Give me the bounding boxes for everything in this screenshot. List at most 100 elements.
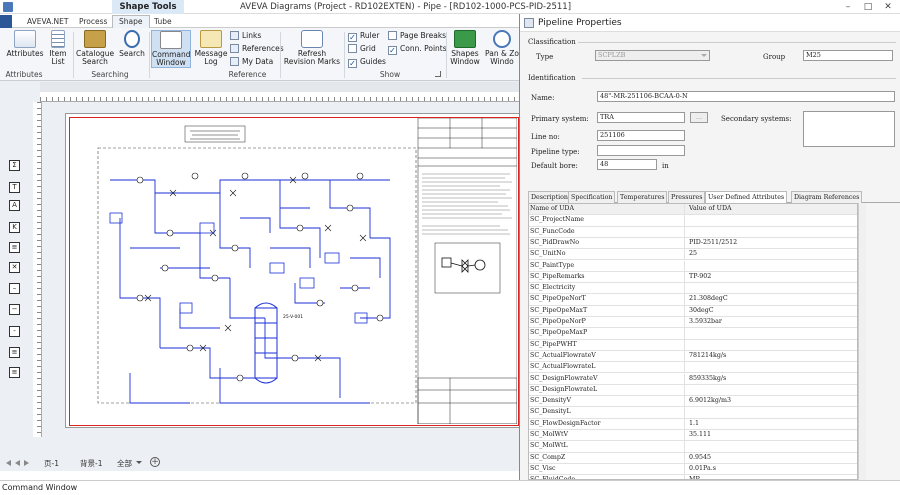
uda-value-cell[interactable]: 25 <box>689 249 857 260</box>
align-tool-icon[interactable]: A <box>9 200 20 211</box>
maximize-icon[interactable]: □ <box>862 2 874 13</box>
name-field[interactable]: 48"-MR-251106-BCAA-0-N <box>597 91 895 102</box>
command-window-button[interactable]: Command Window <box>151 30 191 68</box>
conn-points-checkbox[interactable]: ✓ Conn. Points <box>388 44 447 55</box>
uda-value-cell[interactable]: TP-902 <box>689 272 857 283</box>
uda-row[interactable]: SC_PipeOpeMaxP <box>529 328 857 340</box>
guides-checkbox[interactable]: ✓ Guides <box>348 57 386 68</box>
list-tool-icon[interactable]: ≡ <box>9 242 20 253</box>
uda-row[interactable]: SC_Visc 0.01Pa.s <box>529 463 857 476</box>
uda-grid[interactable]: Name of UDA Value of UDA SC_ProjectName S… <box>528 203 858 480</box>
tab-temperatures[interactable]: Temperatures <box>617 191 668 203</box>
uda-row[interactable]: SC_UnitNo 25 <box>529 249 857 261</box>
tab-pressures[interactable]: Pressures <box>668 191 706 203</box>
uda-row[interactable]: SC_PipeOpeNorT 21.308degC <box>529 294 857 306</box>
uda-value-cell[interactable]: PID-2511/2512 <box>689 238 857 249</box>
uda-row[interactable]: SC_MolWtV 35.111 <box>529 430 857 442</box>
uda-row[interactable]: SC_FlowDesignFactor 1.1 <box>529 418 857 430</box>
pan-zoom-window-button[interactable]: Pan & Zo Windo <box>484 30 520 66</box>
uda-row[interactable]: SC_ActualFlowrateV 781214kg/s <box>529 350 857 363</box>
page-tab-all[interactable]: 全部 <box>117 458 132 469</box>
uda-value-cell[interactable]: 859335kg/s <box>689 374 857 385</box>
search-button[interactable]: Search <box>117 30 147 58</box>
uda-value-cell[interactable]: MR <box>689 475 857 479</box>
references-button[interactable]: References <box>230 44 284 53</box>
grid-checkbox[interactable]: Grid <box>348 44 376 53</box>
page-tab-background-1[interactable]: 背景-1 <box>80 458 102 469</box>
app-quick-access[interactable] <box>3 2 13 12</box>
uda-value-cell[interactable]: 3.5932bar <box>689 317 857 328</box>
uda-row[interactable]: SC_DensityL <box>529 407 857 419</box>
uda-row[interactable]: SC_FuncCode <box>529 226 857 238</box>
type-select[interactable]: SCPLZB <box>595 50 710 61</box>
uda-row[interactable]: SC_PipePWHT <box>529 339 857 351</box>
page-breaks-checkbox[interactable]: Page Breaks <box>388 31 446 40</box>
k-tool-icon[interactable]: K <box>9 222 20 233</box>
catalogue-search-button[interactable]: Catalogue Search <box>76 30 114 66</box>
tab-shape[interactable]: Shape <box>112 15 150 28</box>
uda-value-cell[interactable]: 30degC <box>689 306 857 317</box>
uda-row[interactable]: SC_CompZ 0.9545 <box>529 452 857 464</box>
page-tab-all-dropdown-icon[interactable] <box>136 461 142 464</box>
uda-value-cell[interactable]: 0.01Pa.s <box>689 464 857 475</box>
dialog-title-bar[interactable]: Pipeline Properties <box>520 14 900 32</box>
uda-row[interactable]: SC_ProjectName <box>529 215 857 227</box>
file-menu-button[interactable] <box>0 15 12 28</box>
refresh-revision-marks-button[interactable]: Refresh Revision Marks <box>283 30 341 66</box>
minus-tool-icon[interactable]: − <box>9 304 20 315</box>
type-dropdown-icon[interactable] <box>701 54 707 57</box>
uda-value-cell[interactable]: 35.111 <box>689 430 857 441</box>
primary-system-browse-button[interactable]: ... <box>690 112 708 123</box>
pipeline-type-field[interactable] <box>597 145 685 156</box>
minimize-icon[interactable]: – <box>842 2 854 13</box>
sum-tool-icon[interactable]: Σ <box>9 160 20 171</box>
default-bore-field[interactable]: 48 <box>597 159 657 170</box>
tab-tube[interactable]: Tube <box>147 15 179 28</box>
uda-row[interactable]: SC_DensityV 6.9012kg/m3 <box>529 396 857 408</box>
page-nav-first-icon[interactable] <box>6 460 11 466</box>
uda-value-cell[interactable]: 1.1 <box>689 419 857 430</box>
uda-value-header[interactable]: Value of UDA <box>689 204 857 215</box>
line-tool-icon[interactable]: – <box>9 283 20 294</box>
tab-diagram-references[interactable]: Diagram References <box>791 191 863 203</box>
tab-description[interactable]: Description <box>528 191 571 203</box>
links-button[interactable]: Links <box>230 31 261 40</box>
uda-row[interactable]: SC_FluidCode MR <box>529 475 857 479</box>
pid-diagram[interactable]: 25-V-001 <box>70 118 517 424</box>
drawing-page[interactable]: 25-V-001 <box>65 113 522 428</box>
add-page-icon[interactable]: + <box>150 457 160 467</box>
line-no-field[interactable]: 251106 <box>597 130 685 141</box>
message-log-button[interactable]: Message Log <box>194 30 228 66</box>
group-select[interactable]: M25 <box>803 50 893 61</box>
uda-row[interactable]: SC_PaintType <box>529 260 857 272</box>
page-nav-prev-icon[interactable] <box>15 460 20 466</box>
item-list-button[interactable]: Item List <box>45 30 71 66</box>
text-tool-icon[interactable]: T <box>9 182 20 193</box>
page-nav-next-icon[interactable] <box>24 460 29 466</box>
uda-name-header[interactable]: Name of UDA <box>530 204 685 215</box>
tab-process[interactable]: Process <box>72 15 114 28</box>
uda-value-cell[interactable]: 781214kg/s <box>689 351 857 362</box>
shapes-window-button[interactable]: Shapes Window <box>449 30 481 66</box>
secondary-systems-list[interactable] <box>803 111 895 147</box>
menu-tool-icon[interactable]: ≡ <box>9 347 20 358</box>
attributes-button[interactable]: Attributes <box>6 30 44 58</box>
shape-tools-context-tab[interactable]: Shape Tools <box>112 0 184 14</box>
tab-specification[interactable]: Specification <box>568 191 616 203</box>
dash-tool-icon[interactable]: ‐ <box>9 326 20 337</box>
layers-tool-icon[interactable]: ≡ <box>9 367 20 378</box>
uda-value-cell[interactable]: 21.308degC <box>689 294 857 305</box>
uda-row[interactable]: SC_PipeOpeNorP 3.5932bar <box>529 317 857 329</box>
uda-value-cell[interactable]: 0.9545 <box>689 453 857 464</box>
delete-tool-icon[interactable]: ✕ <box>9 262 20 273</box>
primary-system-field[interactable]: TRA <box>597 112 685 123</box>
uda-grid-scrollbar[interactable] <box>858 203 866 480</box>
my-data-button[interactable]: My Data <box>230 57 273 66</box>
uda-row[interactable]: SC_DesignFlowrateV 859335kg/s <box>529 373 857 385</box>
show-group-launcher-icon[interactable] <box>435 71 441 77</box>
uda-row[interactable]: SC_PipeOpeMaxT 30degC <box>529 305 857 317</box>
pid-drawing-frame[interactable]: 25-V-001 <box>69 117 519 426</box>
ruler-checkbox[interactable]: ✓ Ruler <box>348 31 379 42</box>
tab-aveva-net[interactable]: AVEVA.NET <box>20 15 75 28</box>
uda-row[interactable]: SC_PipeRemarks TP-902 <box>529 271 857 284</box>
